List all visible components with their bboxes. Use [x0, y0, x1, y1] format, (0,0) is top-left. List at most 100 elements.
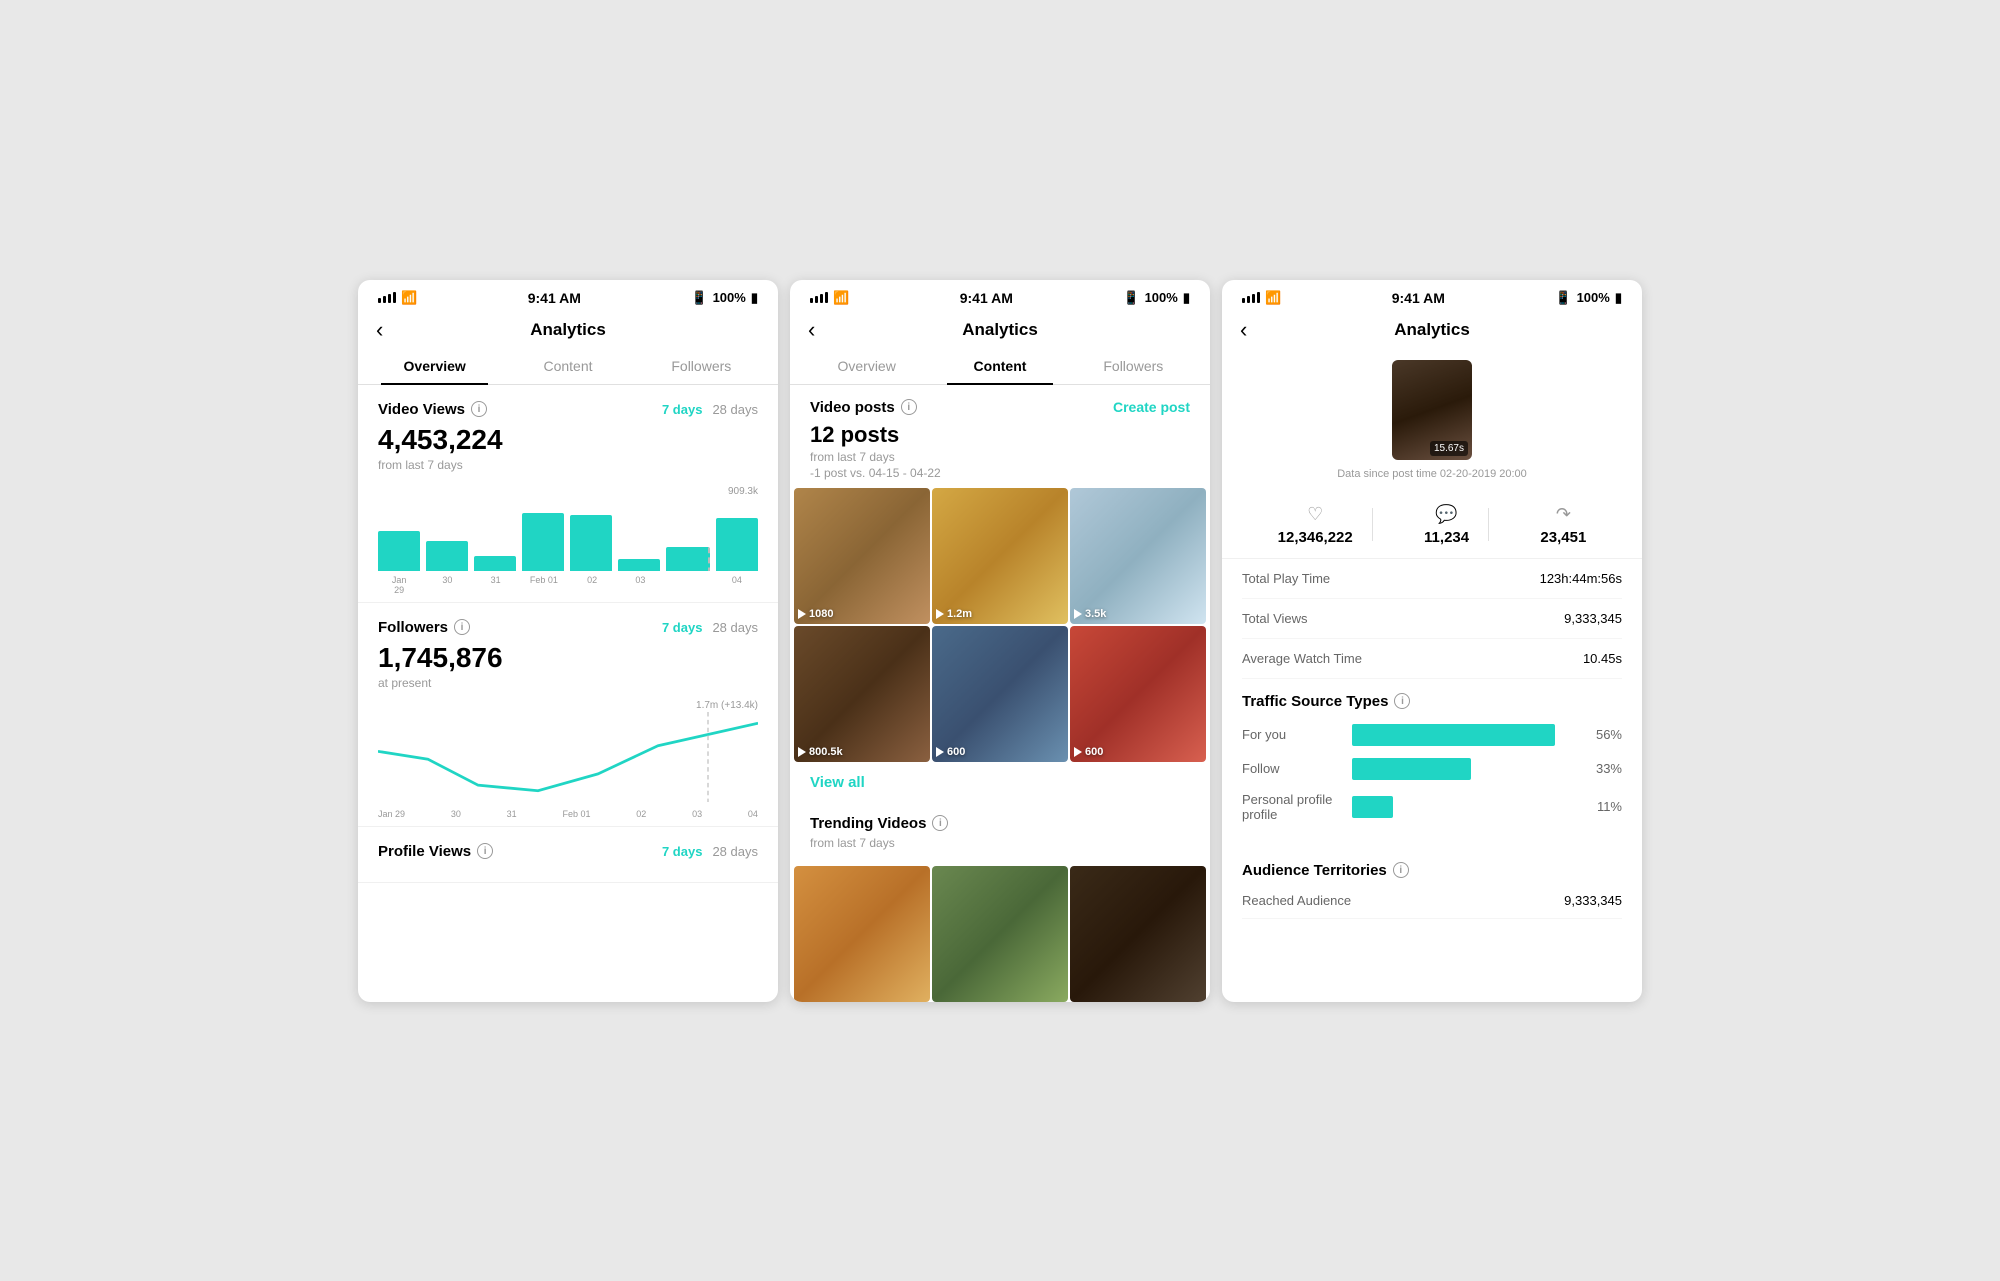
video-thumb-2[interactable]: 3.5k	[1070, 488, 1206, 624]
followers-section: Followers i 7 days 28 days 1,745,876 at …	[358, 603, 778, 827]
profile-views-info-icon[interactable]: i	[477, 843, 493, 859]
back-button-1[interactable]: ‹	[376, 317, 383, 343]
bar-2	[474, 556, 516, 570]
battery-icon-1: ▮	[751, 290, 758, 306]
reached-audience-label: Reached Audience	[1242, 893, 1351, 908]
status-bar-2: 📶 9:41 AM 📱 100% ▮	[790, 280, 1210, 312]
chart-max-label: 909.3k	[728, 486, 758, 497]
traffic-bar-1	[1352, 758, 1471, 780]
bars-container	[378, 486, 758, 571]
view-count-1: 1.2m	[947, 608, 972, 620]
video-thumb-5[interactable]: 600	[1070, 626, 1206, 762]
status-bar-1: 📶 9:41 AM 📱 100% ▮	[358, 280, 778, 312]
traffic-bar-container-2	[1352, 796, 1577, 818]
video-posts-info-icon[interactable]: i	[901, 399, 917, 415]
video-thumb-bg-4	[932, 626, 1068, 762]
audience-stat-row: Reached Audience 9,333,345	[1242, 883, 1622, 919]
trending-thumb-1[interactable]	[932, 866, 1068, 1002]
video-views-value: 4,453,224	[378, 424, 758, 456]
audience-info-icon[interactable]: i	[1393, 862, 1409, 878]
tab-overview-1[interactable]: Overview	[368, 348, 501, 384]
view-count-2: 3.5k	[1085, 608, 1106, 620]
post-thumbnail[interactable]: 15.67s	[1392, 360, 1472, 460]
top-nav-3: ‹ Analytics	[1222, 312, 1642, 348]
tab-followers-2[interactable]: Followers	[1067, 348, 1200, 384]
tabs-2: Overview Content Followers	[790, 348, 1210, 385]
bar-1	[426, 541, 468, 571]
line-lbl-5: 03	[692, 809, 702, 819]
tabs-1: Overview Content Followers	[358, 348, 778, 385]
stat-value-1: 9,333,345	[1564, 611, 1622, 626]
lbl-4: 02	[571, 575, 613, 595]
status-left-2: 📶	[810, 290, 849, 306]
stat-value-0: 123h:44m:56s	[1540, 571, 1622, 586]
followers-info-icon[interactable]: i	[454, 619, 470, 635]
bar-7	[716, 518, 758, 571]
posts-count: 12 posts	[810, 422, 1190, 448]
lbl-3: Feb 01	[523, 575, 565, 595]
reached-audience-value: 9,333,345	[1564, 893, 1622, 908]
signal-bar-4	[393, 292, 396, 303]
s3-bar-3	[1252, 294, 1255, 303]
followers-title: Followers i	[378, 619, 470, 636]
posts-subtext: from last 7 days	[810, 450, 1190, 464]
s2-bar-1	[810, 298, 813, 303]
create-post-link[interactable]: Create post	[1113, 399, 1190, 415]
stat-row-0: Total Play Time 123h:44m:56s	[1242, 559, 1622, 599]
signal-bars-3	[1242, 292, 1260, 303]
7days-option-f[interactable]: 7 days	[662, 620, 702, 635]
likes-item: ♡ 12,346,222	[1278, 504, 1353, 546]
video-thumb-4[interactable]: 600	[932, 626, 1068, 762]
video-posts-section-header: Video posts i Create post	[810, 399, 1190, 416]
video-views-info-icon[interactable]: i	[471, 401, 487, 417]
28days-option-vv[interactable]: 28 days	[712, 402, 758, 417]
bluetooth-icon-1: 📱	[691, 290, 707, 306]
followers-line-svg	[378, 712, 758, 802]
video-views-title: Video Views i	[378, 401, 487, 418]
audience-section: Audience Territories i Reached Audience …	[1222, 848, 1642, 919]
video-overlay-4: 600	[936, 746, 965, 758]
7days-option-pv[interactable]: 7 days	[662, 844, 702, 859]
28days-option-pv[interactable]: 28 days	[712, 844, 758, 859]
video-thumb-3[interactable]: 800.5k	[794, 626, 930, 762]
traffic-info-icon[interactable]: i	[1394, 693, 1410, 709]
back-button-2[interactable]: ‹	[808, 317, 815, 343]
tab-content-1[interactable]: Content	[501, 348, 634, 384]
traffic-bar-2	[1352, 796, 1393, 818]
7days-option-vv[interactable]: 7 days	[662, 402, 702, 417]
time-1: 9:41 AM	[528, 290, 581, 306]
profile-views-days: 7 days 28 days	[662, 844, 758, 859]
video-thumb-1[interactable]: 1.2m	[932, 488, 1068, 624]
line-lbl-2: 31	[507, 809, 517, 819]
engagement-row: ♡ 12,346,222 💬 11,234 ↷ 23,451	[1222, 492, 1642, 559]
play-icon-3	[798, 747, 806, 757]
profile-views-section: Profile Views i 7 days 28 days	[358, 827, 778, 883]
signal-bar-2	[383, 296, 386, 303]
play-icon-5	[1074, 747, 1082, 757]
tab-content-2[interactable]: Content	[933, 348, 1066, 384]
s3-bar-4	[1257, 292, 1260, 303]
followers-value: 1,745,876	[378, 642, 758, 674]
share-icon: ↷	[1540, 504, 1586, 525]
signal-bars-1	[378, 292, 396, 303]
video-thumb-bg-5	[1070, 626, 1206, 762]
trending-info-icon[interactable]: i	[932, 815, 948, 831]
tab-followers-1[interactable]: Followers	[635, 348, 768, 384]
video-thumb-0[interactable]: 1080	[794, 488, 930, 624]
trending-thumb-2[interactable]	[1070, 866, 1206, 1002]
trending-thumb-0[interactable]	[794, 866, 930, 1002]
followers-subtext: at present	[378, 676, 758, 690]
bar-6	[666, 547, 710, 571]
back-button-3[interactable]: ‹	[1240, 317, 1247, 343]
lbl-2: 31	[475, 575, 517, 595]
view-count-5: 600	[1085, 746, 1103, 758]
tab-overview-2[interactable]: Overview	[800, 348, 933, 384]
followers-chart: 1.7m (+13.4k) Jan 29 30 31 Feb 01 02 03 …	[378, 700, 758, 810]
video-views-days: 7 days 28 days	[662, 402, 758, 417]
wifi-icon-1: 📶	[401, 290, 417, 306]
video-views-subtext: from last 7 days	[378, 458, 758, 472]
28days-option-f[interactable]: 28 days	[712, 620, 758, 635]
battery-icon-3: ▮	[1615, 290, 1622, 306]
view-all-link[interactable]: View all	[790, 762, 1210, 803]
battery-icon-2: ▮	[1183, 290, 1190, 306]
